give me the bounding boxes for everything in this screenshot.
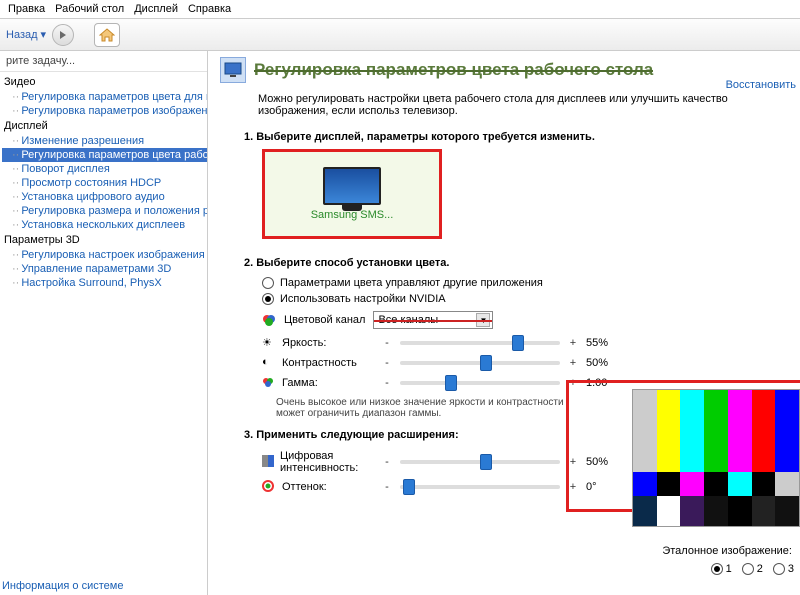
radio-other-apps-label: Параметрами цвета управляют другие прило… — [280, 277, 543, 289]
radio-icon — [742, 563, 754, 575]
dropdown-arrow-icon: ▾ — [41, 28, 47, 41]
minus-icon: - — [382, 481, 392, 493]
menubar: Правка Рабочий стол Дисплей Справка — [0, 0, 800, 19]
brightness-label: Яркость: — [282, 337, 326, 349]
link-3d-image[interactable]: Регулировка настроек изображения с пр — [2, 248, 207, 262]
home-icon — [99, 28, 115, 42]
contrast-icon: ◐ — [262, 356, 276, 370]
minus-icon: - — [382, 357, 392, 369]
plus-icon: + — [568, 357, 578, 369]
brightness-slider[interactable] — [400, 341, 560, 345]
contrast-slider[interactable] — [400, 361, 560, 365]
link-video-image[interactable]: Регулировка параметров изображения д — [2, 104, 207, 118]
cat-video: Зидео — [2, 74, 207, 90]
menu-display[interactable]: Дисплей — [134, 3, 178, 15]
minus-icon: - — [382, 337, 392, 349]
link-audio[interactable]: Установка цифрового аудио — [2, 190, 207, 204]
channel-label: Цветовой канал — [284, 314, 365, 326]
radio-icon — [711, 563, 723, 575]
gamma-slider[interactable] — [400, 381, 560, 385]
section-2-title: 2. Выберите способ установки цвета. — [216, 239, 800, 275]
menu-edit[interactable]: Правка — [8, 3, 45, 15]
menu-desktop[interactable]: Рабочий стол — [55, 3, 124, 15]
radio-icon — [262, 277, 274, 289]
page-description: Можно регулировать настройки цвета рабоч… — [216, 87, 800, 127]
arrow-right-icon — [58, 30, 68, 40]
system-info-link[interactable]: Информация о системе — [2, 580, 123, 592]
back-button[interactable]: Назад ▾ — [6, 28, 46, 41]
radio-icon — [262, 293, 274, 305]
contrast-value: 50% — [586, 357, 620, 369]
gamma-label: Гамма: — [282, 377, 318, 389]
task-header: рите задачу... — [0, 51, 207, 72]
ref-option-1[interactable]: 1 — [711, 563, 732, 575]
link-resolution[interactable]: Изменение разрешения — [2, 134, 207, 148]
plus-icon: + — [568, 337, 578, 349]
intensity-icon — [262, 455, 274, 469]
content-pane: Регулировка параметров цвета рабочего ст… — [208, 51, 800, 595]
hue-label: Оттенок: — [282, 481, 327, 493]
ref-option-2[interactable]: 2 — [742, 563, 763, 575]
minus-icon: - — [382, 377, 392, 389]
link-size-pos[interactable]: Регулировка размера и положения рабо — [2, 204, 207, 218]
link-multi-display[interactable]: Установка нескольких дисплеев — [2, 218, 207, 232]
hue-slider[interactable] — [400, 485, 560, 489]
link-hdcp[interactable]: Просмотр состояния HDCP — [2, 176, 207, 190]
contrast-label: Контрастность — [282, 357, 357, 369]
nav-tree: Зидео Регулировка параметров цвета для в… — [0, 72, 207, 296]
cat-3d: Параметры 3D — [2, 232, 207, 248]
menu-help[interactable]: Справка — [188, 3, 231, 15]
ref-option-3[interactable]: 3 — [773, 563, 794, 575]
home-button[interactable] — [94, 23, 120, 47]
link-video-color[interactable]: Регулировка параметров цвета для вид — [2, 90, 207, 104]
link-desktop-color[interactable]: Регулировка параметров цвета рабочег — [2, 148, 207, 162]
display-selector[interactable]: Samsung SMS... — [262, 149, 442, 239]
digital-intensity-label: Цифровая интенсивность: — [280, 450, 374, 474]
page-icon — [220, 57, 246, 83]
restore-link[interactable]: Восстановить — [726, 79, 796, 91]
brightness-icon: ☀ — [262, 336, 276, 350]
monitor-icon — [323, 167, 381, 205]
page-title: Регулировка параметров цвета рабочего ст… — [254, 60, 653, 80]
monitor-color-icon — [224, 61, 242, 79]
section-1-title: 1. Выберите дисплей, параметры которого … — [216, 127, 800, 149]
reference-image-label: Эталонное изображение: — [662, 545, 792, 557]
gamma-icon — [262, 376, 276, 390]
brightness-value: 55% — [586, 337, 620, 349]
channel-dropdown[interactable]: Все каналы ▼ — [373, 311, 493, 329]
link-3d-manage[interactable]: Управление параметрами 3D — [2, 262, 207, 276]
link-rotate[interactable]: Поворот дисплея — [2, 162, 207, 176]
gamma-note: Очень высокое или низкое значение яркост… — [216, 393, 576, 425]
link-surround[interactable]: Настройка Surround, PhysX — [2, 276, 207, 290]
digital-intensity-slider[interactable] — [400, 460, 560, 464]
brightness-row: ☀ Яркость: - + 55% — [216, 333, 800, 353]
toolbar: Назад ▾ — [0, 19, 800, 51]
hue-icon — [262, 480, 276, 494]
radio-other-apps[interactable]: Параметрами цвета управляют другие прило… — [216, 275, 800, 291]
forward-button[interactable] — [52, 24, 74, 46]
sidebar: рите задачу... Зидео Регулировка парамет… — [0, 51, 208, 595]
reference-image-selector: 1 2 3 — [711, 563, 794, 575]
radio-nvidia-label: Использовать настройки NVIDIA — [280, 293, 446, 305]
radio-nvidia[interactable]: Использовать настройки NVIDIA — [216, 291, 800, 307]
color-channel-icon — [262, 313, 276, 327]
reference-image — [632, 389, 800, 527]
minus-icon: - — [382, 456, 392, 468]
cat-display: Дисплей — [2, 118, 207, 134]
contrast-row: ◐ Контрастность - + 50% — [216, 353, 800, 373]
radio-icon — [773, 563, 785, 575]
